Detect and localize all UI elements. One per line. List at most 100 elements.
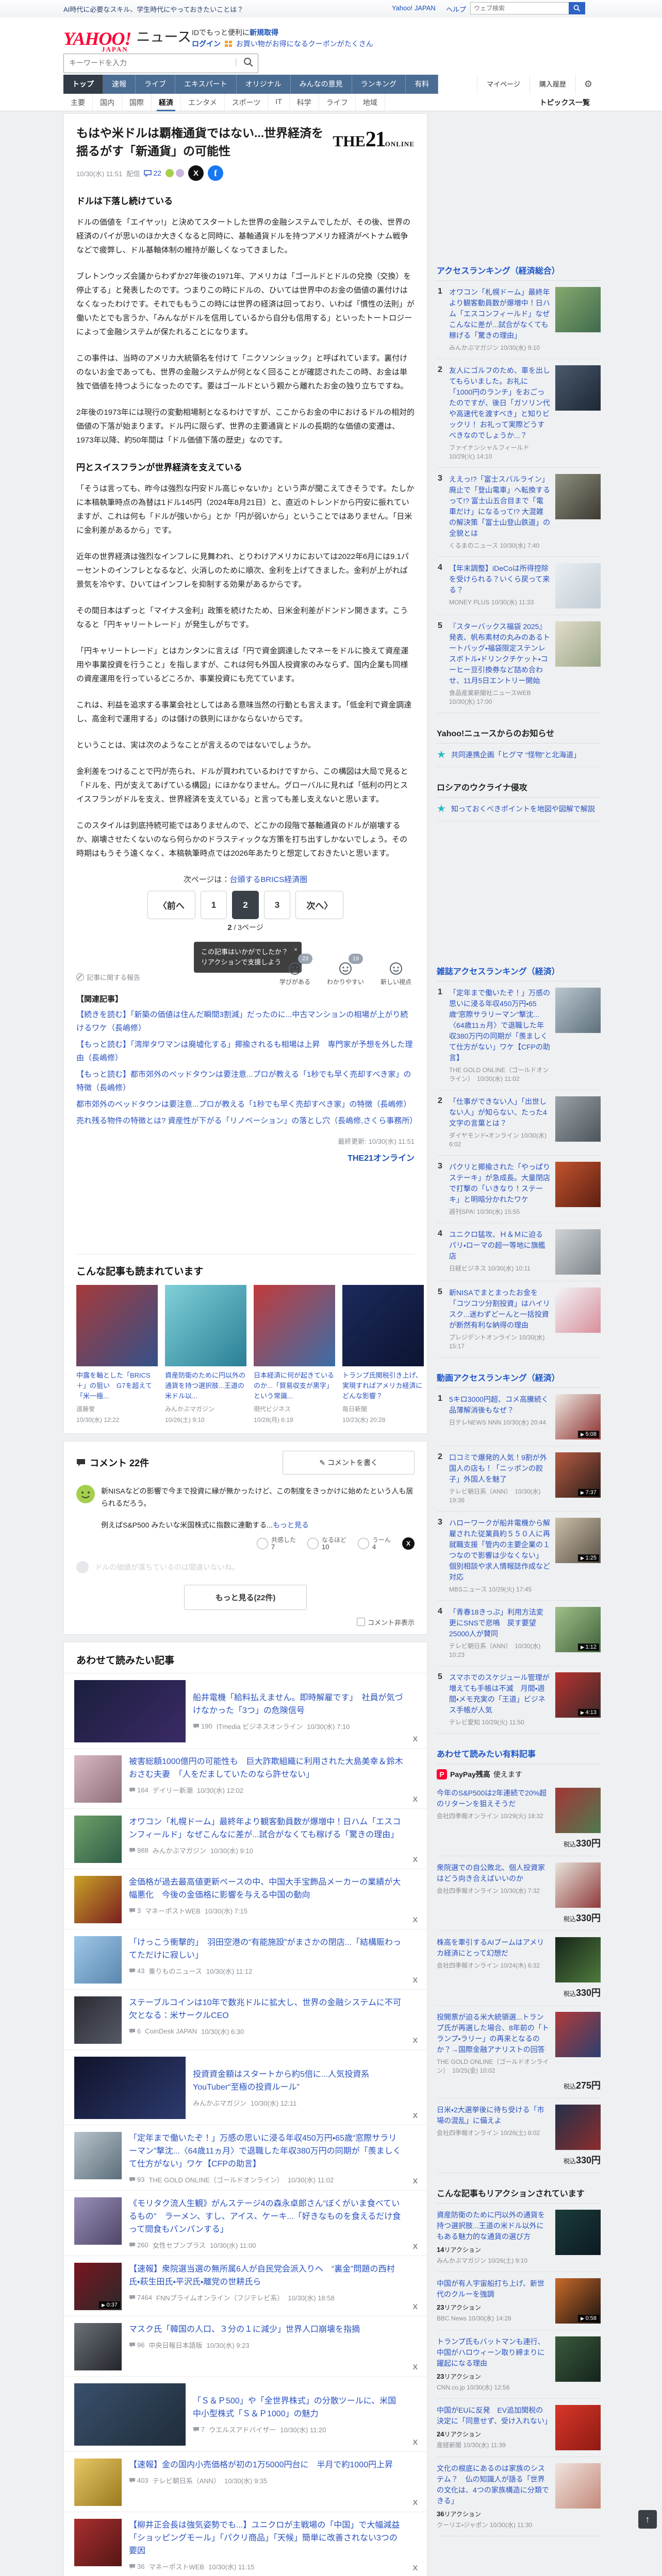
magazine-ranking-heading[interactable]: 雑誌アクセスランキング（経済） bbox=[437, 960, 601, 981]
list-item[interactable]: 【速報】金の国内小売価格が初の1万5000円台に 半月で約1000円上昇 403… bbox=[64, 2451, 427, 2512]
article-title[interactable]: 船井電機「給料払えません。即時解雇です」 社員が気づけなかった「3つ」の危険信号 bbox=[193, 1691, 403, 1717]
reacted-article-item[interactable]: 中国がEUに反発 EV追加関税の決定に「同意せず、受け入れない」 24リアクショ… bbox=[437, 2399, 601, 2457]
read-also-card[interactable]: 資産防衛のために円以外の通貨を持つ選択肢...王道の米ドル以... みんかぶマガ… bbox=[165, 1285, 246, 1424]
article-title[interactable]: 【速報】金の国内小売価格が初の1万5000円台に 半月で約1000円上昇 bbox=[129, 2459, 403, 2471]
nav-tab[interactable]: エキスパート bbox=[175, 75, 237, 94]
ranking-item[interactable]: 【年末調整】iDeCoは所得控除を受けられる？いくら戻って来る？ MONEY P… bbox=[437, 557, 601, 615]
x-share-icon[interactable]: X bbox=[413, 1976, 418, 1984]
article-title[interactable]: パクリと揶揄された「やっぱりステーキ」が急成長。大量閉店で打撃の「いきなり！ステ… bbox=[449, 1162, 550, 1205]
coupon-link[interactable]: お買い物がお得になるクーポンがたくさん bbox=[236, 40, 373, 48]
article-title[interactable]: 衆院選での自公敗北、個人投資家はどう向き合えばいいのか bbox=[437, 1862, 550, 1884]
list-item[interactable]: 金価格が過去最高値更新ペースの中、中国大手宝飾品メーカーの業績が大幅悪化 今後の… bbox=[64, 1869, 427, 1929]
article-title[interactable]: 文化の根底にあるのは家族のシステム？ 仏の知識人が語る「世界の文化は、4つの家族… bbox=[437, 2463, 550, 2506]
read-also-card[interactable]: 中露を軸とした「BRICS＋」の狙い G7を超えて「米一極... 遠藤誉 10/… bbox=[76, 1285, 158, 1424]
video-ranking-heading[interactable]: 動画アクセスランキング（経済） bbox=[437, 1367, 601, 1388]
category-tab[interactable]: スポーツ bbox=[225, 94, 269, 111]
category-tab[interactable]: エンタメ bbox=[181, 94, 225, 111]
category-tab[interactable]: 科学 bbox=[290, 94, 319, 111]
reaction-button[interactable]: 23 学びがある bbox=[276, 954, 313, 986]
x-share-icon[interactable]: X bbox=[413, 2438, 418, 2446]
list-item[interactable]: オワコン「札幌ドーム」最終年より観客動員数が爆増中！日ハム「エスコンフィールド」… bbox=[64, 1808, 427, 1869]
article-title[interactable]: ユニクロ猛攻、Ｈ＆Ｍに迫る パリ・ローマの超一等地に旗艦店 bbox=[449, 1229, 550, 1262]
ranking-item[interactable]: 『スターバックス福袋 2025』発表、帆布素材の丸みのあるトートバッグ・福袋限定… bbox=[437, 615, 601, 713]
reacted-article-item[interactable]: 文化の根底にあるのは家族のシステム？ 仏の知識人が語る「世界の文化は、4つの家族… bbox=[437, 2457, 601, 2536]
access-ranking-heading[interactable]: アクセスランキング（経済総合） bbox=[437, 260, 601, 281]
purchase-history-link[interactable]: 購入履歴 bbox=[529, 75, 575, 94]
article-title[interactable]: 【速報】衆院選当選の無所属6人が自民党会派入りへ “裏金”問題の西村氏・萩生田氏… bbox=[129, 2263, 403, 2289]
page-1-button[interactable]: 1 bbox=[200, 891, 227, 919]
paid-article-item[interactable]: 投開票が迫る米大統領選...トランプ氏が再選した場合、8年前の「トランプ・ラリー… bbox=[437, 2006, 601, 2098]
article-title[interactable]: 【柳井正会長は強気姿勢でも...】ユニクロが主戦場の「中国」で大幅減益 「ショッ… bbox=[129, 2519, 408, 2557]
list-item[interactable]: 「けっこう衝撃的」 羽田空港の“有能施設”がまさかの閉店...「結構賑わってただ… bbox=[64, 1929, 427, 1989]
help-link[interactable]: ヘルプ bbox=[446, 4, 466, 14]
article-title[interactable]: 友人にゴルフのため、車を出してもらいました。お礼に「1000円のランチ」をおごっ… bbox=[449, 365, 550, 441]
nav-tab[interactable]: トップ bbox=[63, 75, 103, 94]
list-item[interactable]: 船井電機「給料払えません。即時解雇です」 社員が気づけなかった「3つ」の危険信号… bbox=[64, 1673, 427, 1748]
article-title[interactable]: 「青春18きっぷ」利用方法変更にSNSで悲鳴 戻す要望25000人が賛同 bbox=[449, 1607, 550, 1639]
category-tab[interactable]: ライフ bbox=[319, 94, 356, 111]
reacted-article-item[interactable]: 中国が有人宇宙船打ち上げ、新世代のクルーを強調 23リアクション BBC New… bbox=[437, 2272, 601, 2330]
category-tab[interactable]: 国際 bbox=[122, 94, 152, 111]
paid-articles-heading[interactable]: あわせて読みたい有料記事 bbox=[437, 1743, 601, 1764]
list-item[interactable]: 「Ｓ＆Ｐ500」や「全世界株式」の分散ツールに、米国中小型株式「Ｓ＆Ｐ1000」… bbox=[64, 2376, 427, 2451]
ranking-item[interactable]: 「仕事ができない人」「出世しない人」が知らない、たった4文字の言葉とは？ ダイヤ… bbox=[437, 1090, 601, 1156]
article-title[interactable]: 口コミで爆発的人気！9割が外国人の店も！「ニッポンの餃子」外国人を魅了 bbox=[449, 1452, 550, 1485]
comment-count[interactable]: 22 bbox=[144, 169, 161, 177]
facebook-share-icon[interactable]: f bbox=[207, 165, 223, 181]
article-title[interactable]: マスク氏「韓国の人口、３分の１に減少」世界人口崩壊を指摘 bbox=[129, 2323, 403, 2336]
x-share-icon[interactable]: X bbox=[402, 1537, 415, 1550]
article-title[interactable]: 投開票が迫る米大統領選...トランプ氏が再選した場合、8年前の「トランプ・ラリー… bbox=[437, 2012, 550, 2055]
article-title[interactable]: 投資資金額はスタートから約5倍に...人気投資系YouTuber“至極の投資ルー… bbox=[193, 2068, 403, 2094]
article-title[interactable]: 資産防衛のために円以外の通貨を持つ選択肢...王道の米ドル以外にもある魅力的な通… bbox=[437, 2210, 550, 2242]
page-2-button[interactable]: 2 bbox=[232, 891, 259, 919]
gear-icon[interactable]: ⚙ bbox=[575, 75, 601, 94]
list-item[interactable]: ステーブルコインは10年で数兆ドルに拡大し、世界の金融システムに不可欠となる：米… bbox=[64, 1989, 427, 2049]
category-tab[interactable]: IT bbox=[268, 94, 290, 111]
nav-tab[interactable]: 有料 bbox=[406, 75, 439, 94]
list-item[interactable]: 投資資金額はスタートから約5倍に...人気投資系YouTuber“至極の投資ルー… bbox=[64, 2049, 427, 2125]
x-share-icon[interactable]: X bbox=[413, 1916, 418, 1924]
list-item[interactable]: 0:37 【速報】衆院選当選の無所属6人が自民党会派入りへ “裏金”問題の西村氏… bbox=[64, 2256, 427, 2316]
nav-tab[interactable]: みんなの意見 bbox=[290, 75, 352, 94]
x-share-icon[interactable]: X bbox=[188, 165, 204, 181]
x-share-icon[interactable]: X bbox=[413, 2302, 418, 2311]
nav-tab[interactable]: オリジナル bbox=[236, 75, 291, 94]
ranking-item[interactable]: 「定年まで働いたぞ！」万感の思いに浸る年収450万円・65歳“窓際サラリーマン”… bbox=[437, 981, 601, 1090]
x-share-icon[interactable]: X bbox=[413, 1855, 418, 1863]
reacted-article-item[interactable]: トランプ氏もバットマンも連行、中国がハロウィーン取り締まりに躍起になる理由 23… bbox=[437, 2330, 601, 2399]
article-title[interactable]: 新NISAでまとまったお金を「コツコツ分割投資」はハイリスク...迷わずどーんと… bbox=[449, 1287, 550, 1331]
x-share-icon[interactable]: X bbox=[413, 1795, 418, 1803]
list-item[interactable]: 「定年まで働いたぞ！」万感の思いに浸る年収450万円・65歳“窓際サラリーマン”… bbox=[64, 2125, 427, 2190]
next-page-button[interactable]: 次へ〉 bbox=[295, 891, 344, 919]
keyword-search-input[interactable] bbox=[64, 54, 244, 72]
category-tab[interactable]: 国内 bbox=[93, 94, 122, 111]
topics-list-link[interactable]: トピックス一覧 bbox=[539, 97, 590, 108]
category-tab[interactable]: 経済 bbox=[152, 94, 181, 111]
mypage-link[interactable]: マイページ bbox=[477, 75, 529, 94]
paid-article-item[interactable]: 株高を牽引するAIブームはアメリカ経済にとって幻想だ 会社四季報オンライン 10… bbox=[437, 1931, 601, 2006]
hide-comments-checkbox[interactable] bbox=[356, 1618, 365, 1626]
related-article-link[interactable]: 【もっと読む】都市郊外のベッドタウンは要注意...プロが教える「1秒でも早く売却… bbox=[76, 1068, 415, 1095]
related-article-link[interactable]: 【続きを読む】「新築の価値は住んだ瞬間3割減」だったのに...中古マンションの相… bbox=[76, 1008, 415, 1035]
ranking-item[interactable]: パクリと揶揄された「やっぱりステーキ」が急成長。大量閉店で打撃の「いきなり！ステ… bbox=[437, 1156, 601, 1223]
next-page-link[interactable]: 台頭するBRICS経済圏 bbox=[229, 875, 307, 884]
article-title[interactable]: 「定年まで働いたぞ！」万感の思いに浸る年収450万円・65歳“窓際サラリーマン”… bbox=[449, 988, 550, 1063]
article-title[interactable]: オワコン「札幌ドーム」最終年より観客動員数が爆増中！日ハム「エスコンフィールド」… bbox=[449, 287, 550, 341]
top-ad-text[interactable]: AI時代に必要なスキル、学生時代にやっておきたいことは？ bbox=[63, 4, 243, 14]
the21-online-logo[interactable]: THE21ONLINE bbox=[333, 127, 415, 152]
reaction-button[interactable]: 19 わかりやすい bbox=[327, 954, 364, 986]
ranking-item[interactable]: ユニクロ猛攻、Ｈ＆Ｍに迫る パリ・ローマの超一等地に旗艦店 日経ビジネス 10/… bbox=[437, 1223, 601, 1281]
x-share-icon[interactable]: X bbox=[413, 2036, 418, 2044]
signup-link[interactable]: 新規取得 bbox=[250, 28, 278, 37]
article-title[interactable]: 「けっこう衝撃的」 羽田空港の“有能施設”がまさかの閉店...「結構賑わってただ… bbox=[129, 1936, 403, 1962]
search-icon[interactable] bbox=[243, 57, 254, 67]
x-share-icon[interactable]: X bbox=[413, 2363, 418, 2371]
ranking-item[interactable]: オワコン「札幌ドーム」最終年より観客動員数が爆増中！日ハム「エスコンフィールド」… bbox=[437, 281, 601, 359]
related-article-link[interactable]: 売れ残る物件の特徴とは? 資産性が下がる「リノベーション」の落とし穴（長嶋修,さ… bbox=[76, 1114, 417, 1128]
prev-page-button[interactable]: 〈前へ bbox=[147, 891, 195, 919]
article-title[interactable]: 「Ｓ＆Ｐ500」や「全世界株式」の分散ツールに、米国中小型株式「Ｓ＆Ｐ1000」… bbox=[193, 2395, 403, 2420]
back-to-top-button[interactable]: ↑ bbox=[638, 2510, 657, 2529]
ranking-item[interactable]: ええっ!?「富士スバルライン」廃止で「登山電車」へ転換するって!? 富士山五合目… bbox=[437, 468, 601, 557]
article-title[interactable]: ステーブルコインは10年で数兆ドルに拡大し、世界の金融システムに不可欠となる：米… bbox=[129, 1996, 403, 2022]
paid-article-item[interactable]: 日米・2大選挙後に待ち受ける「市場の混乱」に備えよ 会社四季報オンライン 10/… bbox=[437, 2098, 601, 2173]
